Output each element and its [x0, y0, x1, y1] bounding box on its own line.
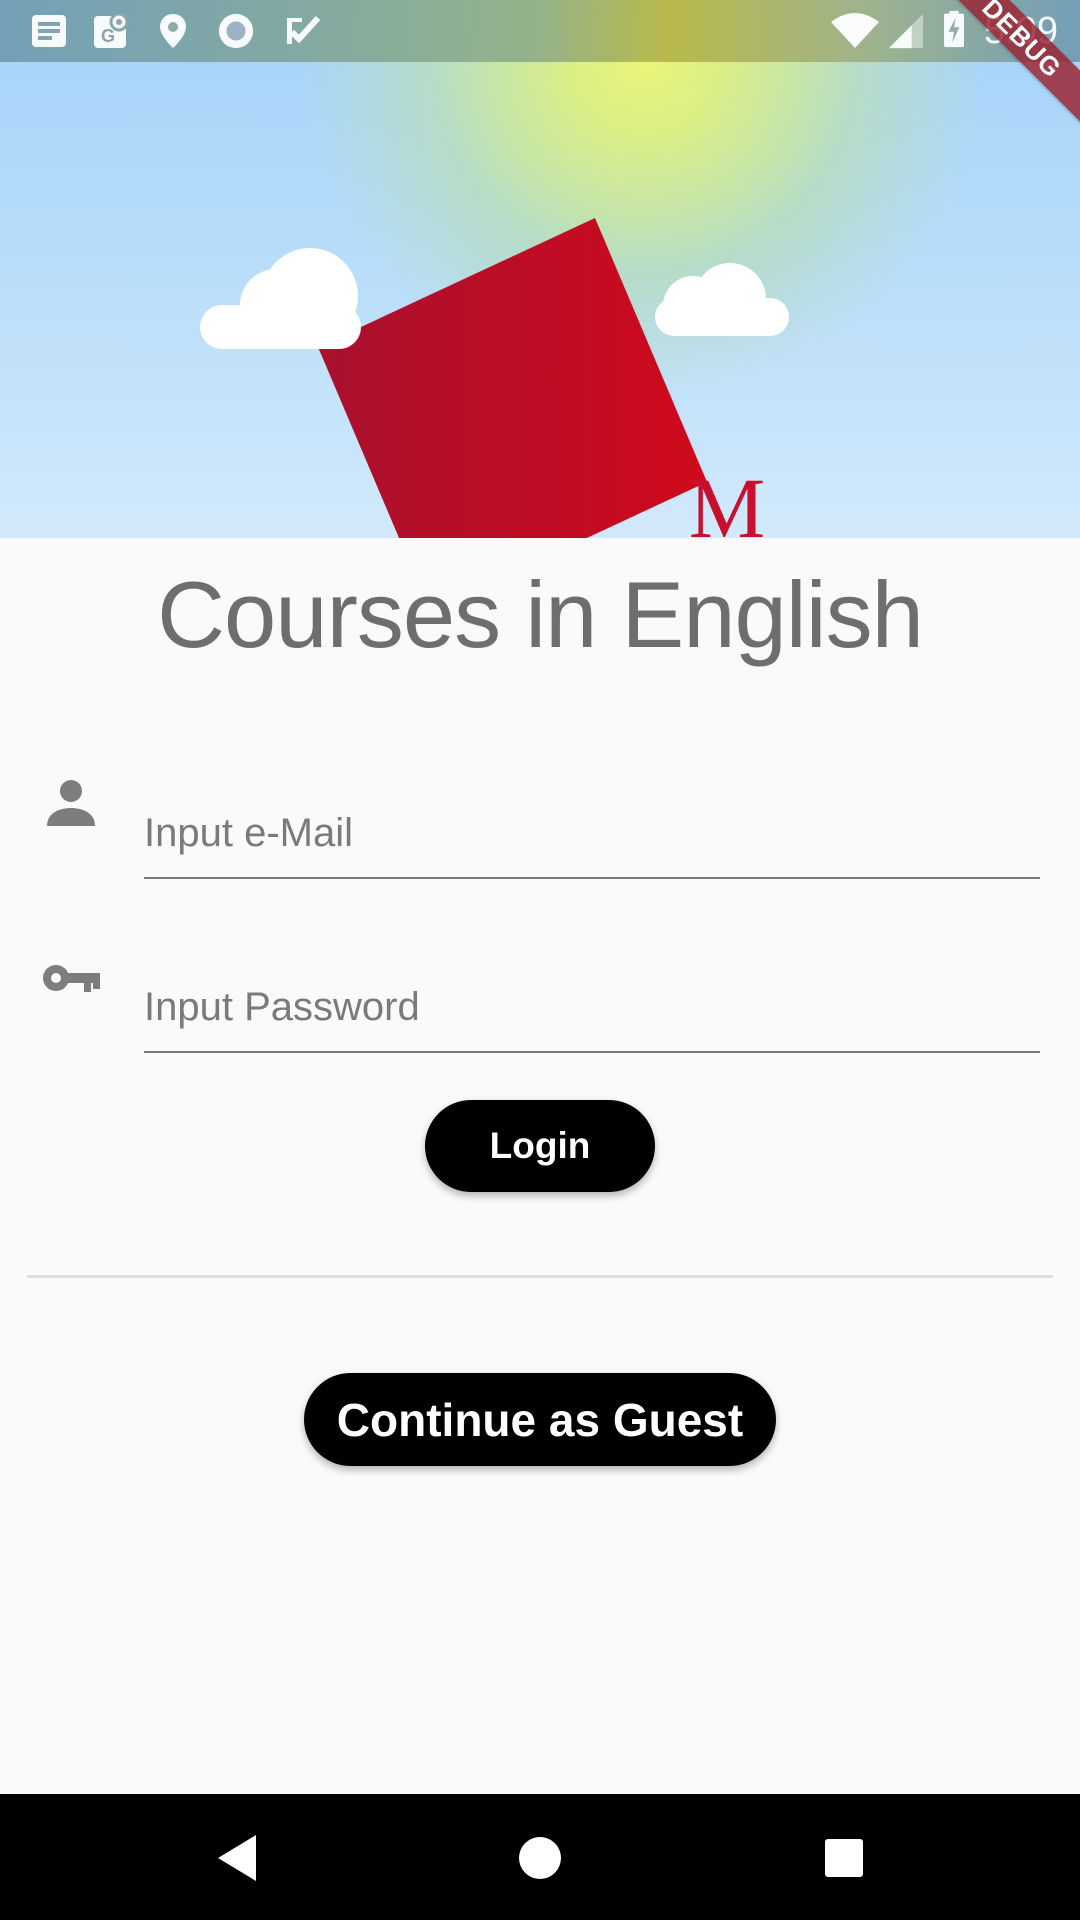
logo-letter: M	[689, 460, 765, 538]
hero-banner: M G DEBUG	[0, 0, 1080, 538]
key-icon	[43, 965, 100, 992]
status-bar: G	[0, 0, 1080, 62]
hero-illustration: M	[200, 218, 789, 538]
recents-button[interactable]	[804, 1818, 884, 1898]
maps-icon: G	[94, 12, 129, 48]
red-square-shape	[318, 218, 707, 538]
back-button[interactable]	[197, 1818, 277, 1898]
cell-signal-icon	[888, 13, 924, 49]
divider	[27, 1275, 1053, 1278]
recents-icon	[825, 1839, 863, 1877]
notes-icon	[32, 15, 66, 47]
navigation-bar	[0, 1794, 1080, 1920]
task-check-icon	[287, 15, 321, 44]
record-circle-icon	[218, 13, 254, 49]
wifi-icon	[831, 13, 879, 48]
location-pin-icon	[160, 14, 186, 48]
svg-text:G: G	[101, 26, 115, 46]
home-button[interactable]	[500, 1818, 580, 1898]
page-title: Courses in English	[157, 562, 924, 667]
back-icon	[218, 1835, 256, 1881]
cloud-left	[200, 248, 361, 349]
continue-as-guest-button[interactable]: Continue as Guest	[304, 1373, 776, 1466]
cloud-right	[655, 263, 789, 336]
login-screen: M G DEBUG Courses in English Input e-Mai…	[0, 0, 1080, 1920]
login-button[interactable]: Login	[425, 1100, 655, 1192]
email-field[interactable]	[144, 789, 1040, 879]
battery-charging-icon	[944, 10, 964, 48]
home-icon	[519, 1837, 561, 1879]
password-field[interactable]	[144, 963, 1040, 1053]
person-icon	[47, 780, 95, 826]
